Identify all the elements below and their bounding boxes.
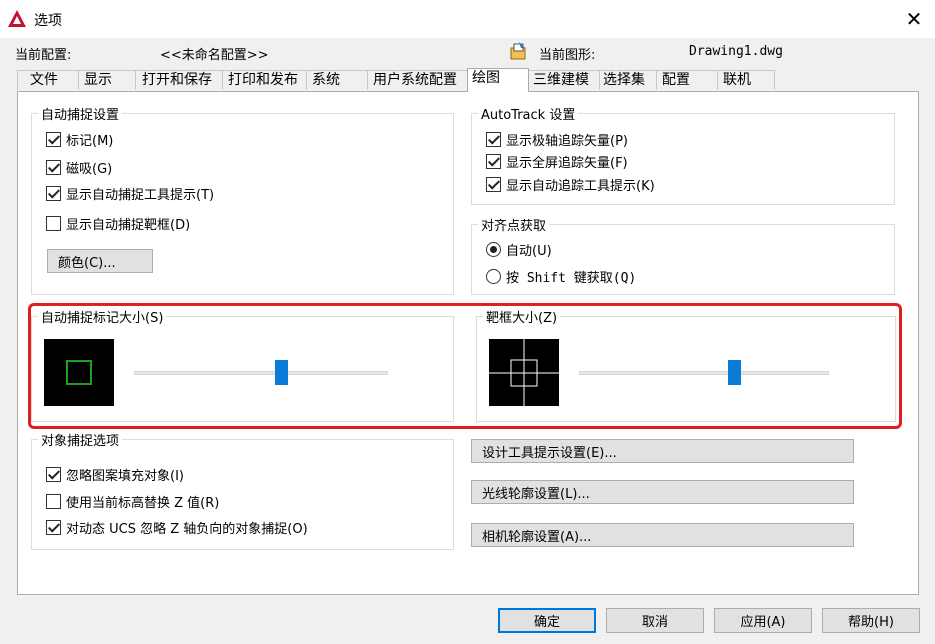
marker-checkbox[interactable]: 标记(M) (46, 130, 113, 149)
tab-strip: 文件 显示 打开和保存 打印和发布 系统 用户系统配置 绘图 三维建模 选择集 … (17, 68, 777, 92)
marker-square-icon (66, 360, 92, 385)
marker-size-group: 自动捕捉标记大小(S) (31, 307, 454, 422)
marker-size-slider-track[interactable] (134, 371, 388, 375)
tab-user-preferences[interactable]: 用户系统配置 (367, 70, 469, 90)
marker-preview (44, 339, 114, 406)
marker-size-legend: 自动捕捉标记大小(S) (38, 307, 167, 326)
replace-z-label: 使用当前标高替换 Z 值(R) (66, 496, 220, 511)
tab-content-drafting: 自动捕捉设置 标记(M) 磁吸(G) 显示自动捕捉工具提示(T) 显示自动捕捉靶… (17, 91, 919, 595)
shift-to-acquire-radio[interactable]: 按 Shift 键获取(Q) (486, 267, 636, 286)
ignore-hatch-label: 忽略图案填充对象(I) (66, 469, 184, 484)
marker-checkbox-label: 标记(M) (66, 134, 114, 149)
autotrack-tooltip-checkbox[interactable]: 显示自动追踪工具提示(K) (486, 175, 655, 194)
aperture-crosshair-icon (489, 339, 559, 406)
autosnap-settings-group: 自动捕捉设置 标记(M) 磁吸(G) 显示自动捕捉工具提示(T) 显示自动捕捉靶… (31, 104, 454, 295)
checkbox-checked-icon (486, 154, 501, 169)
profile-label: 当前配置: (15, 48, 72, 63)
aperture-size-slider-thumb[interactable] (728, 360, 741, 385)
shift-to-acquire-label: 按 Shift 键获取(Q) (506, 271, 637, 286)
tab-selection[interactable]: 选择集 (599, 70, 657, 90)
cancel-button[interactable]: 取消 (606, 608, 704, 633)
autosnap-tooltip-checkbox-label: 显示自动捕捉工具提示(T) (66, 188, 215, 203)
aperture-size-group: 靶框大小(Z) (476, 307, 896, 422)
autosnap-tooltip-checkbox[interactable]: 显示自动捕捉工具提示(T) (46, 184, 214, 203)
ok-button[interactable]: 确定 (498, 608, 596, 633)
tab-open-save[interactable]: 打开和保存 (135, 70, 223, 90)
tab-plot-publish[interactable]: 打印和发布 (222, 70, 307, 90)
tab-system[interactable]: 系统 (306, 70, 368, 90)
tab-profiles[interactable]: 配置 (656, 70, 718, 90)
drawing-label: 当前图形: (539, 48, 596, 63)
design-tooltip-settings-button[interactable]: 设计工具提示设置(E)... (471, 439, 854, 463)
ignore-hatch-checkbox[interactable]: 忽略图案填充对象(I) (46, 465, 184, 484)
autosnap-settings-legend: 自动捕捉设置 (38, 104, 123, 123)
help-button[interactable]: 帮助(H) (822, 608, 920, 633)
colors-button[interactable]: 颜色(C)... (47, 249, 153, 273)
radio-selected-icon (486, 242, 501, 257)
polar-tracking-vector-checkbox[interactable]: 显示极轴追踪矢量(P) (486, 130, 628, 149)
title-bar (0, 0, 935, 38)
magnet-checkbox[interactable]: 磁吸(G) (46, 158, 112, 177)
tab-files[interactable]: 文件 (17, 70, 79, 90)
profile-value: <<未命名配置>> (160, 48, 269, 63)
checkbox-checked-icon (46, 132, 61, 147)
autosnap-aperture-checkbox[interactable]: 显示自动捕捉靶框(D) (46, 214, 190, 233)
radio-unselected-icon (486, 269, 501, 284)
aperture-preview (489, 339, 559, 406)
autotrack-settings-group: AutoTrack 设置 显示极轴追踪矢量(P) 显示全屏追踪矢量(F) 显示自… (471, 104, 895, 205)
tab-drafting[interactable]: 绘图 (467, 68, 529, 92)
autocad-icon (8, 10, 26, 27)
full-screen-tracking-vector-checkbox[interactable]: 显示全屏追踪矢量(F) (486, 152, 628, 171)
checkbox-checked-icon (46, 160, 61, 175)
close-icon[interactable]: ✕ (896, 3, 932, 35)
apply-button[interactable]: 应用(A) (714, 608, 812, 633)
window-title: 选项 (34, 13, 62, 29)
checkbox-checked-icon (46, 520, 61, 535)
checkbox-unchecked-icon (46, 494, 61, 509)
tab-3d-modeling[interactable]: 三维建模 (528, 70, 600, 90)
ignore-negative-z-checkbox[interactable]: 对动态 UCS 忽略 Z 轴负向的对象捕捉(O) (46, 518, 308, 537)
magnet-checkbox-label: 磁吸(G) (66, 162, 113, 177)
checkbox-checked-icon (46, 467, 61, 482)
object-snap-options-legend: 对象捕捉选项 (38, 430, 123, 449)
cameras-glyph-settings-button[interactable]: 相机轮廓设置(A)... (471, 523, 854, 547)
drawing-file-icon (510, 42, 526, 60)
object-snap-options-group: 对象捕捉选项 忽略图案填充对象(I) 使用当前标高替换 Z 值(R) 对动态 U… (31, 430, 454, 550)
tab-display[interactable]: 显示 (78, 70, 136, 90)
autosnap-aperture-checkbox-label: 显示自动捕捉靶框(D) (66, 218, 191, 233)
alignment-point-group: 对齐点获取 自动(U) 按 Shift 键获取(Q) (471, 215, 895, 295)
full-screen-tracking-vector-label: 显示全屏追踪矢量(F) (506, 156, 628, 171)
automatic-radio[interactable]: 自动(U) (486, 240, 552, 259)
checkbox-unchecked-icon (46, 216, 61, 231)
checkbox-checked-icon (486, 177, 501, 192)
automatic-radio-label: 自动(U) (506, 244, 552, 259)
checkbox-checked-icon (46, 186, 61, 201)
drawing-value: Drawing1.dwg (689, 44, 783, 59)
tab-online[interactable]: 联机 (717, 70, 775, 90)
checkbox-checked-icon (486, 132, 501, 147)
autotrack-tooltip-label: 显示自动追踪工具提示(K) (506, 179, 655, 194)
polar-tracking-vector-label: 显示极轴追踪矢量(P) (506, 134, 628, 149)
autotrack-settings-legend: AutoTrack 设置 (478, 104, 579, 123)
alignment-point-legend: 对齐点获取 (478, 215, 550, 234)
aperture-size-slider-track[interactable] (579, 371, 829, 375)
replace-z-checkbox[interactable]: 使用当前标高替换 Z 值(R) (46, 492, 219, 511)
marker-size-slider-thumb[interactable] (275, 360, 289, 385)
ignore-negative-z-label: 对动态 UCS 忽略 Z 轴负向的对象捕捉(O) (66, 522, 308, 537)
aperture-size-legend: 靶框大小(Z) (483, 307, 561, 326)
lights-glyph-settings-button[interactable]: 光线轮廓设置(L)... (471, 480, 854, 504)
